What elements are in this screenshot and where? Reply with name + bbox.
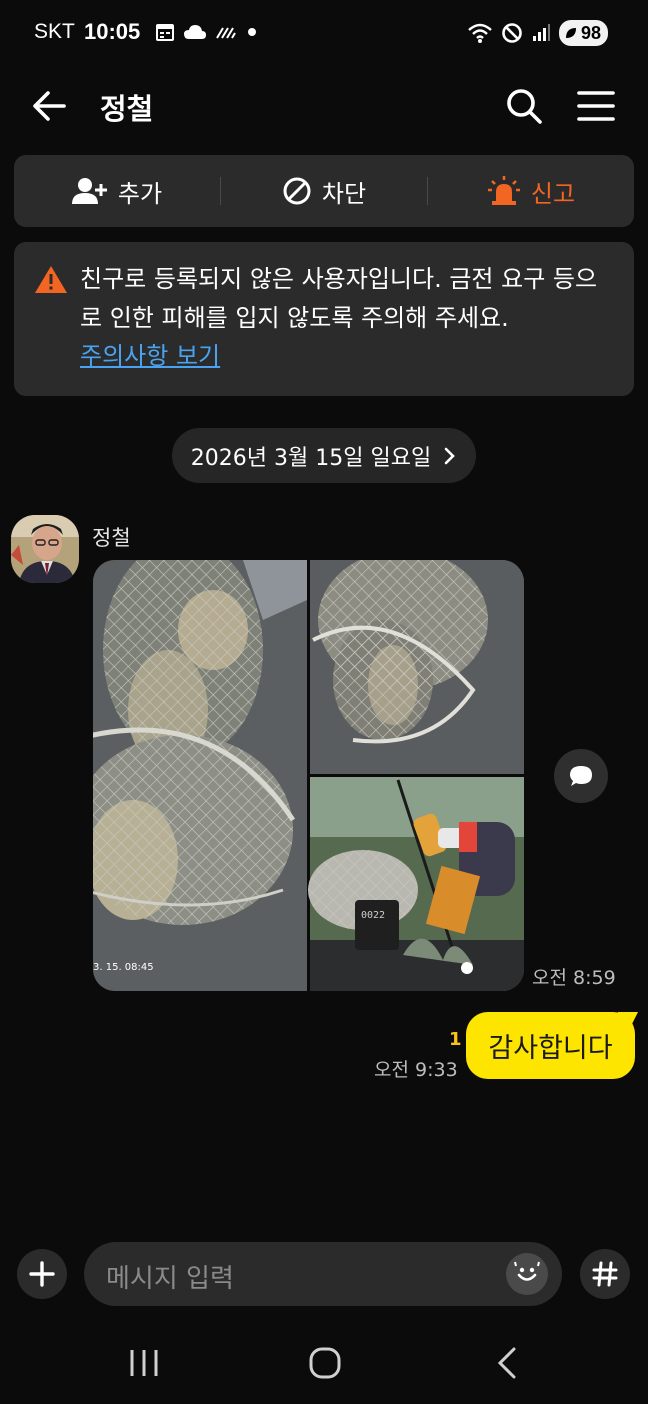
photo-3[interactable]: 0022: [308, 777, 524, 991]
message-time: 오전 9:33: [374, 1059, 458, 1081]
system-icons: 98: [467, 20, 608, 46]
do-not-disturb-icon: [502, 23, 522, 43]
search-icon: [507, 89, 542, 124]
add-label: 추가: [117, 179, 163, 208]
stranger-warning: 친구로 등록되지 않은 사용자입니다. 금전 요구 등으로 인한 피해를 입지 …: [14, 242, 634, 396]
message-input-placeholder: 메시지 입력: [106, 1264, 234, 1294]
system-navigation-bar: [0, 1330, 648, 1404]
hashtag-search-button[interactable]: [580, 1249, 630, 1299]
photo-2[interactable]: [310, 560, 524, 774]
cell-signal-icon: [532, 24, 550, 41]
siren-icon: [487, 176, 520, 205]
status-bar: SKT 10:05 98: [0, 0, 648, 66]
dot-icon: [248, 28, 256, 36]
wifi-icon: [468, 23, 492, 43]
home-icon: [309, 1347, 341, 1379]
message-input[interactable]: 메시지 입력: [84, 1242, 562, 1306]
block-label: 차단: [321, 179, 367, 208]
search-button[interactable]: [502, 84, 546, 128]
emoticon-button[interactable]: [506, 1253, 548, 1295]
photo-grid-message[interactable]: 3. 15. 08:45 0022: [93, 560, 524, 991]
battery-level: 98: [580, 22, 601, 43]
stranger-action-bar: 추가 차단 신고: [14, 155, 634, 227]
smiley-icon: [514, 1261, 540, 1281]
chat-header: 정철: [0, 70, 648, 140]
plus-icon: [29, 1261, 55, 1287]
caution-details-link[interactable]: 주의사항 보기: [80, 338, 220, 374]
chat-title: 정철: [100, 92, 154, 126]
clock: 10:05: [84, 19, 141, 44]
back-button[interactable]: [28, 86, 72, 126]
attach-button[interactable]: [17, 1249, 67, 1299]
outgoing-message-bubble[interactable]: 감사합니다: [466, 1012, 635, 1079]
leaf-icon: [565, 28, 576, 38]
block-icon: [283, 177, 311, 205]
bubble-tail: [618, 1012, 638, 1028]
home-button[interactable]: [308, 1346, 342, 1384]
add-person-icon: [71, 178, 107, 204]
recent-apps-button[interactable]: [128, 1348, 160, 1382]
notification-icons: [155, 22, 259, 42]
message-time: 오전 8:59: [532, 967, 616, 989]
block-button[interactable]: 차단: [221, 155, 427, 227]
hamburger-icon: [577, 91, 615, 121]
message-text: 감사합니다: [488, 1033, 613, 1064]
date-divider[interactable]: 2026년 3월 15일 일요일: [172, 428, 476, 483]
carrier-label: SKT: [34, 20, 75, 43]
menu-button[interactable]: [574, 84, 618, 128]
chevron-right-icon: [444, 447, 456, 464]
warning-text: 친구로 등록되지 않은 사용자입니다. 금전 요구 등으로 인한 피해를 입지 …: [80, 265, 598, 332]
share-button[interactable]: [554, 749, 608, 803]
warning-icon: [35, 266, 67, 293]
speech-bubble-icon: [570, 766, 592, 786]
sender-avatar[interactable]: [11, 515, 79, 583]
cloud-icon: [184, 25, 206, 39]
sender-name: 정철: [92, 526, 131, 550]
recent-apps-icon: [130, 1350, 158, 1376]
hashtag-icon: [592, 1261, 618, 1287]
calendar-icon: [156, 24, 174, 41]
report-label: 신고: [530, 179, 576, 208]
add-friend-button[interactable]: 추가: [14, 155, 220, 227]
back-nav-button[interactable]: [492, 1346, 520, 1384]
arrow-left-icon: [33, 91, 66, 121]
date-label: 2026년 3월 15일 일요일: [190, 445, 432, 471]
report-button[interactable]: 신고: [428, 155, 634, 227]
photo-1[interactable]: 3. 15. 08:45: [93, 560, 307, 991]
signal-lines-icon: [216, 27, 236, 39]
chevron-left-icon: [497, 1347, 516, 1379]
battery-indicator: 98: [558, 20, 608, 46]
counter-reading: 0022: [361, 910, 385, 921]
unread-count: 1: [449, 1029, 462, 1050]
photo-timestamp: 3. 15. 08:45: [93, 962, 154, 973]
